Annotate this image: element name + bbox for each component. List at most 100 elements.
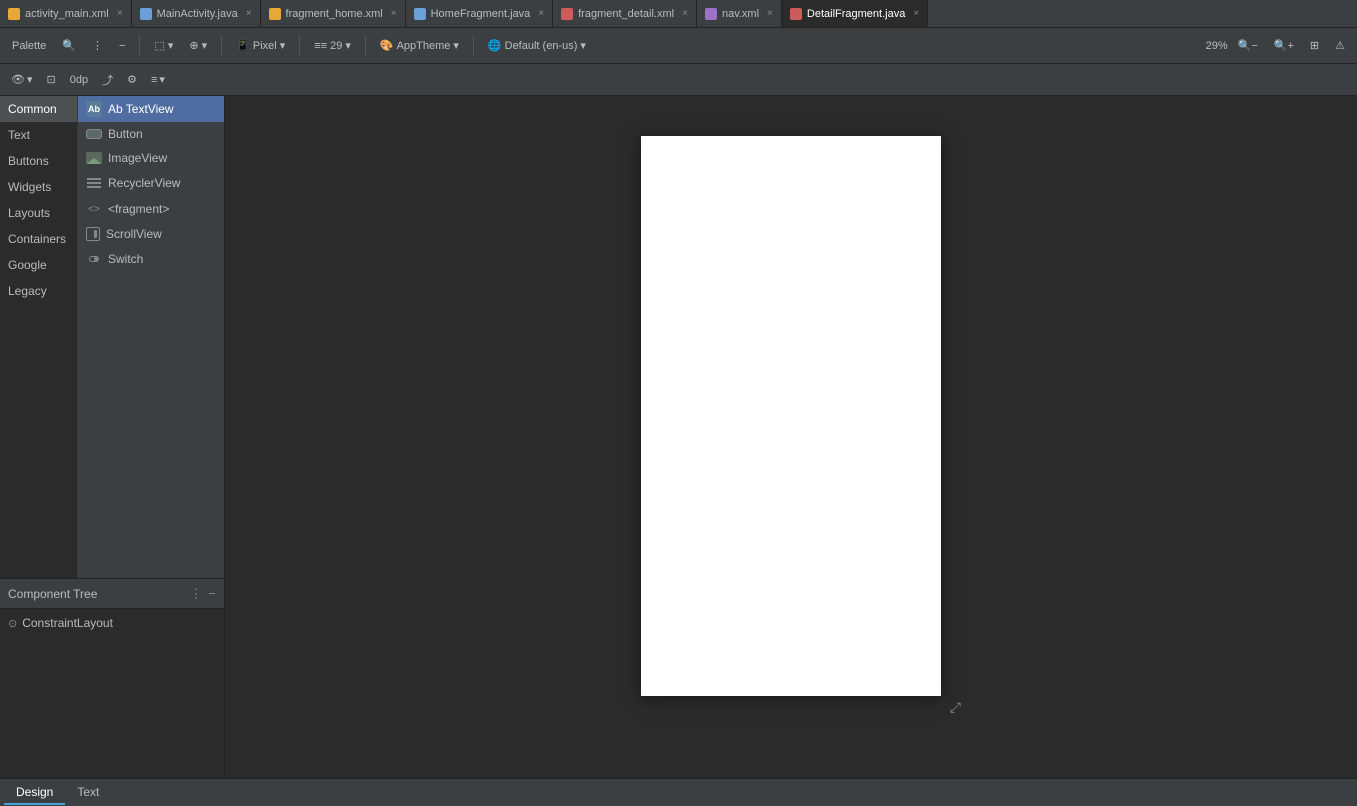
constraint-button[interactable]: ⊕ ▾	[183, 34, 213, 58]
tab-nav[interactable]: nav.xml ×	[697, 0, 782, 28]
category-text[interactable]: Text	[0, 122, 77, 148]
api-chevron-icon: ▾	[345, 39, 351, 52]
align-icon: ≡	[151, 74, 157, 86]
tab-homefragment[interactable]: HomeFragment.java ×	[406, 0, 554, 28]
tree-item-constraintlayout-label: ConstraintLayout	[22, 616, 113, 630]
api-button[interactable]: ≡≡ 29 ▾	[308, 34, 357, 58]
theme-button[interactable]: 🎨 AppTheme ▾	[374, 34, 465, 58]
component-fragment[interactable]: <> <fragment>	[78, 196, 224, 222]
locale-chevron-icon: ▾	[580, 39, 586, 52]
snap-icon: ⤴	[102, 72, 113, 88]
category-text-label: Text	[8, 128, 30, 142]
category-widgets-label: Widgets	[8, 180, 51, 194]
locale-section: 🌐 Default (en-us) ▾	[482, 34, 592, 58]
warning-icon: ⚠	[1335, 39, 1345, 52]
locale-button[interactable]: 🌐 Default (en-us) ▾	[482, 34, 592, 58]
margin-label: 0dp	[70, 74, 88, 86]
locale-label: Default (en-us)	[505, 40, 578, 52]
category-layouts[interactable]: Layouts	[0, 200, 77, 226]
component-imageview[interactable]: ImageView	[78, 146, 224, 170]
tree-actions: ⋮ −	[189, 586, 216, 602]
margin-button[interactable]: 0dp	[65, 68, 93, 92]
tab-close-fragment-detail[interactable]: ×	[682, 8, 688, 19]
component-textview[interactable]: Ab Ab TextView	[78, 96, 224, 122]
align-chevron: ▾	[159, 73, 165, 86]
zoom-out-button[interactable]: 🔍−	[1232, 34, 1264, 58]
tab-close-homefragment[interactable]: ×	[538, 8, 544, 19]
zoom-out-icon: 🔍−	[1238, 39, 1258, 52]
search-icon: 🔍	[62, 39, 76, 52]
component-recyclerview[interactable]: RecyclerView	[78, 170, 224, 196]
category-common[interactable]: Common	[0, 96, 77, 122]
zoom-in-button[interactable]: 🔍+	[1268, 34, 1300, 58]
scrollview-icon	[86, 227, 100, 241]
zoom-display: 29%	[1206, 40, 1228, 52]
component-fragment-label: <fragment>	[108, 202, 169, 216]
palette-toolbar-section: Palette 🔍 ⋮ −	[6, 34, 131, 58]
component-scrollview[interactable]: ScrollView	[78, 222, 224, 246]
tab-close-mainactivity[interactable]: ×	[246, 8, 252, 19]
eye-button[interactable]: 👁 ▾	[6, 68, 38, 92]
component-button[interactable]: Button	[78, 122, 224, 146]
tab-icon-fragment-detail	[561, 8, 573, 20]
tab-label-fragment-home: fragment_home.xml	[286, 8, 383, 20]
minimize-button[interactable]: −	[113, 34, 131, 58]
recyclerview-icon	[86, 175, 102, 191]
search-button[interactable]: 🔍	[56, 34, 82, 58]
component-list: Ab Ab TextView Button ImageView	[78, 96, 224, 578]
snap-button[interactable]: ⤴	[97, 68, 118, 92]
settings-icon: ⚙	[127, 73, 137, 86]
tab-icon-nav	[705, 8, 717, 20]
eye-chevron: ▾	[27, 73, 33, 86]
tree-item-constraintlayout[interactable]: ⊙ ConstraintLayout	[8, 613, 216, 633]
component-imageview-label: ImageView	[108, 151, 167, 165]
toolbar-divider-3	[299, 36, 300, 56]
category-common-label: Common	[8, 102, 57, 116]
fragment-icon: <>	[86, 201, 102, 217]
category-containers[interactable]: Containers	[0, 226, 77, 252]
category-containers-label: Containers	[8, 232, 66, 246]
tab-close-activity-main[interactable]: ×	[117, 8, 123, 19]
viewport-button[interactable]: ⊡	[42, 68, 61, 92]
settings-button[interactable]: ⚙	[122, 68, 142, 92]
tab-detailfragment[interactable]: DetailFragment.java ×	[782, 0, 928, 28]
main-toolbar: Palette 🔍 ⋮ − ⬚ ▾ ⊕ ▾ 📱 Pixel ▾ ≡≡ 29	[0, 28, 1357, 64]
device-button[interactable]: 📱 Pixel ▾	[230, 34, 291, 58]
tab-close-fragment-home[interactable]: ×	[391, 8, 397, 19]
component-tree-header: Component Tree ⋮ −	[0, 579, 224, 609]
tab-close-nav[interactable]: ×	[767, 8, 773, 19]
tab-activity-main[interactable]: activity_main.xml ×	[0, 0, 132, 28]
tree-minimize-button[interactable]: −	[208, 586, 216, 602]
category-legacy[interactable]: Legacy	[0, 278, 77, 304]
constraint-layout-icon: ⊙	[8, 617, 17, 630]
main-content: Common Text Buttons Widgets Layouts	[0, 96, 1357, 778]
orientation-button[interactable]: ⬚ ▾	[148, 34, 179, 58]
tab-close-detailfragment[interactable]: ×	[913, 8, 919, 19]
bottom-tab-text[interactable]: Text	[65, 781, 111, 805]
category-legacy-label: Legacy	[8, 284, 47, 298]
tab-fragment-home[interactable]: fragment_home.xml ×	[261, 0, 406, 28]
tab-icon-activity-main	[8, 8, 20, 20]
category-google[interactable]: Google	[0, 252, 77, 278]
tree-more-button[interactable]: ⋮	[189, 586, 202, 602]
tab-fragment-detail[interactable]: fragment_detail.xml ×	[553, 0, 697, 28]
canvas-area[interactable]: ⤢	[225, 96, 1357, 778]
resize-handle[interactable]: ⤢	[950, 699, 961, 716]
category-buttons[interactable]: Buttons	[0, 148, 77, 174]
fit-button[interactable]: ⊞	[1304, 34, 1325, 58]
api-icon: ≡≡	[314, 40, 327, 52]
align-button[interactable]: ≡ ▾	[146, 68, 170, 92]
viewport-icon: ⊡	[47, 73, 56, 86]
button-icon	[86, 129, 102, 139]
minimize-icon: −	[119, 40, 125, 52]
fit-icon: ⊞	[1310, 39, 1319, 52]
more-options-button[interactable]: ⋮	[86, 34, 109, 58]
category-widgets[interactable]: Widgets	[0, 174, 77, 200]
tab-icon-detailfragment	[790, 8, 802, 20]
tab-mainactivity[interactable]: MainActivity.java ×	[132, 0, 261, 28]
bottom-tab-design[interactable]: Design	[4, 781, 65, 805]
design-toolbar: 👁 ▾ ⊡ 0dp ⤴ ⚙ ≡ ▾	[0, 64, 1357, 96]
tab-label-homefragment: HomeFragment.java	[431, 8, 531, 20]
component-switch[interactable]: Switch	[78, 246, 224, 272]
warning-button[interactable]: ⚠	[1329, 34, 1351, 58]
